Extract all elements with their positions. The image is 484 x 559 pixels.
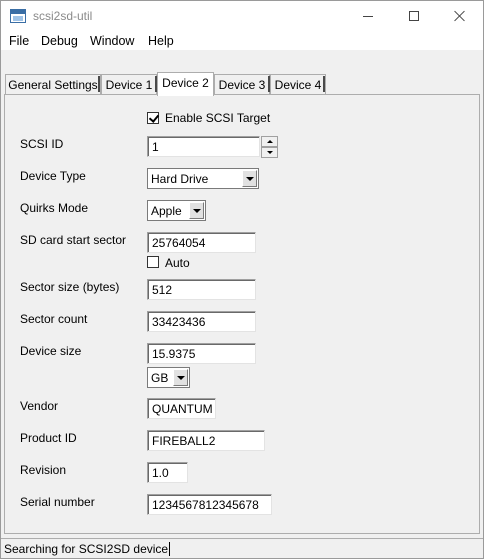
sd-start-sector-label: SD card start sector xyxy=(20,233,127,247)
quirks-mode-label: Quirks Mode xyxy=(20,201,89,215)
chevron-down-icon[interactable] xyxy=(173,369,188,386)
chevron-down-icon[interactable] xyxy=(242,170,257,187)
tab-device-1[interactable]: Device 1 xyxy=(101,74,157,95)
product-id-label: Product ID xyxy=(20,431,77,445)
device-size-input[interactable]: 15.9375 xyxy=(147,343,256,364)
sd-start-sector-input[interactable]: 25764054 xyxy=(147,232,256,253)
quirks-mode-select[interactable]: Apple xyxy=(147,200,206,221)
sector-size-input[interactable]: 512 xyxy=(147,279,256,300)
minimize-icon xyxy=(363,15,373,17)
menu-file[interactable]: File xyxy=(9,34,29,48)
app-window: scsi2sd-util File Debug Window Help Gene… xyxy=(0,0,484,559)
sector-size-label: Sector size (bytes) xyxy=(20,280,120,294)
menu-help[interactable]: Help xyxy=(148,34,174,48)
vendor-input[interactable]: QUANTUM xyxy=(147,398,216,419)
auto-checkbox[interactable] xyxy=(147,256,159,268)
maximize-icon xyxy=(409,11,419,21)
chevron-down-icon[interactable] xyxy=(189,202,204,219)
close-button[interactable] xyxy=(437,1,483,31)
revision-label: Revision xyxy=(20,463,67,477)
tab-separator xyxy=(268,76,270,92)
enable-scsi-target-checkbox[interactable] xyxy=(147,112,159,124)
tab-device-4[interactable]: Device 4 xyxy=(270,74,326,95)
serial-number-label: Serial number xyxy=(20,495,95,509)
vendor-label: Vendor xyxy=(20,399,59,413)
device-type-value: Hard Drive xyxy=(151,172,209,186)
quirks-mode-value: Apple xyxy=(151,204,182,218)
device-type-select[interactable]: Hard Drive xyxy=(147,168,259,189)
device-type-label: Device Type xyxy=(20,169,86,183)
tab-separator xyxy=(98,76,100,92)
window-title: scsi2sd-util xyxy=(33,9,93,23)
serial-number-input[interactable]: 1234567812345678 xyxy=(147,494,272,515)
tab-general-settings[interactable]: General Settings xyxy=(5,74,101,95)
device-size-unit-value: GB xyxy=(151,371,169,385)
app-icon xyxy=(10,9,26,23)
maximize-button[interactable] xyxy=(391,1,437,31)
tab-device-2[interactable]: Device 2 xyxy=(157,72,214,96)
menu-window[interactable]: Window xyxy=(90,34,134,48)
scsi-id-label: SCSI ID xyxy=(20,137,64,151)
revision-input[interactable]: 1.0 xyxy=(147,462,188,483)
menu-debug[interactable]: Debug xyxy=(41,34,78,48)
title-bar[interactable]: scsi2sd-util xyxy=(1,1,483,31)
product-id-input[interactable]: FIREBALL2 xyxy=(147,430,265,451)
tab-strip: General Settings Device 1 Device 2 Devic… xyxy=(1,72,483,96)
menu-bar: File Debug Window Help xyxy=(1,31,483,51)
sector-count-input[interactable]: 33423436 xyxy=(147,311,256,332)
device-size-unit-select[interactable]: GB xyxy=(147,367,190,388)
spin-down-icon[interactable] xyxy=(261,147,278,158)
close-icon xyxy=(454,10,466,22)
device-size-label: Device size xyxy=(20,344,82,358)
tab-device-3[interactable]: Device 3 xyxy=(214,74,270,95)
sector-count-label: Sector count xyxy=(20,312,88,326)
spin-up-icon[interactable] xyxy=(261,136,278,147)
scsi-id-input[interactable]: 1 xyxy=(147,136,260,157)
tab-separator xyxy=(323,76,325,92)
minimize-button[interactable] xyxy=(345,1,391,31)
enable-scsi-target-label: Enable SCSI Target xyxy=(165,111,271,125)
status-text: Searching for SCSI2SD device xyxy=(4,542,171,556)
auto-label: Auto xyxy=(165,256,190,270)
scsi-id-spinner[interactable] xyxy=(261,136,278,158)
status-bar: Searching for SCSI2SD device xyxy=(1,538,483,558)
